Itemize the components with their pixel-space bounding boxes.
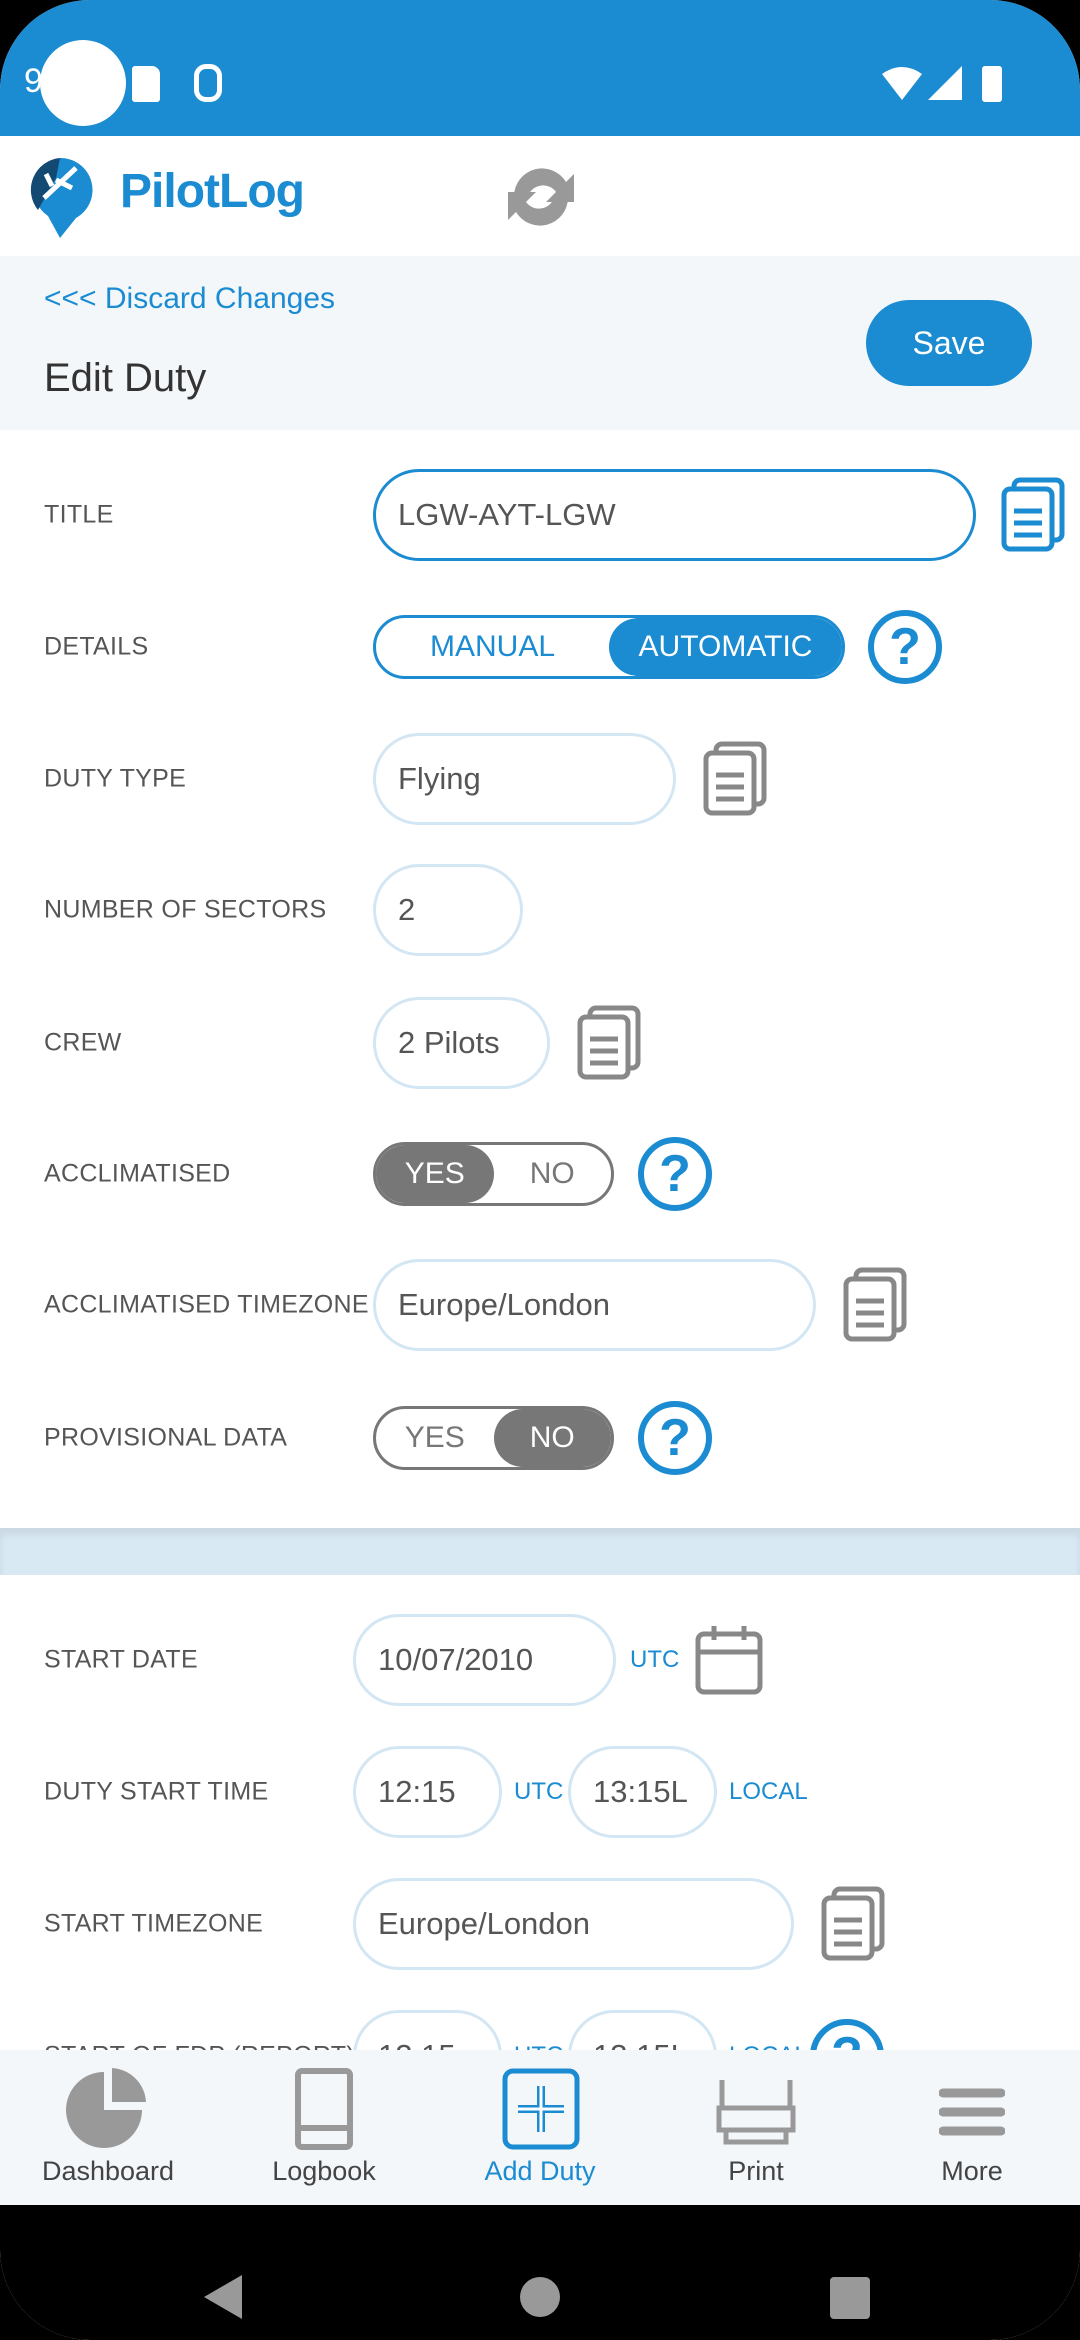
printer-icon [716, 2080, 796, 2145]
acclimatised-toggle: YES NO [373, 1142, 614, 1206]
back-icon[interactable] [204, 2275, 244, 2319]
start-timezone-label: START TIMEZONE [44, 1909, 264, 1938]
acclimatised-label: ACCLIMATISED [44, 1159, 231, 1188]
sync-icon[interactable] [502, 160, 580, 234]
nav-add-duty[interactable]: Add Duty [432, 2050, 648, 2205]
book-icon [295, 2068, 353, 2150]
nav-label: Print [728, 2156, 784, 2186]
wifi-icon [882, 67, 922, 100]
title-label: TITLE [44, 500, 114, 529]
app-header: PilotLog [0, 136, 1080, 256]
signal-icon [928, 66, 962, 100]
crew-label: CREW [44, 1028, 122, 1057]
calendar-icon[interactable] [694, 1624, 764, 1696]
copy-icon[interactable] [842, 1267, 908, 1343]
acclimatised-no-option[interactable]: NO [494, 1145, 612, 1203]
nav-more[interactable]: More [864, 2050, 1080, 2205]
acclimatised-timezone-label: ACCLIMATISED TIMEZONE [44, 1290, 369, 1319]
nav-label: Add Duty [484, 2156, 596, 2186]
nav-logbook[interactable]: Logbook [216, 2050, 432, 2205]
nav-dashboard[interactable]: Dashboard [0, 2050, 216, 2205]
details-label: DETAILS [44, 632, 149, 661]
copy-icon[interactable] [576, 1005, 642, 1081]
utc-tag: UTC [514, 1778, 564, 1805]
copy-icon[interactable] [1000, 477, 1066, 553]
save-button[interactable]: Save [866, 300, 1032, 386]
start-timezone-input[interactable]: Europe/London [353, 1878, 794, 1970]
nav-print[interactable]: Print [648, 2050, 864, 2205]
system-nav-bar [0, 2205, 1080, 2340]
home-icon[interactable] [520, 2277, 560, 2317]
nav-label: Dashboard [41, 2156, 175, 2186]
duty-start-local-input[interactable]: 13:15L [568, 1746, 717, 1838]
help-icon[interactable]: ? [638, 1137, 712, 1211]
duty-type-input[interactable]: Flying [373, 733, 676, 825]
sectors-label: NUMBER OF SECTORS [44, 895, 327, 924]
status-bar: 9 [0, 0, 1080, 136]
section-divider [0, 1528, 1080, 1575]
duty-type-label: DUTY TYPE [44, 764, 187, 793]
provisional-label: PROVISIONAL DATA [44, 1423, 288, 1452]
nav-label: More [941, 2156, 1003, 2186]
screen: 9 PilotLog <<< Discard Changes Edit Duty… [0, 0, 1080, 2340]
menu-icon [939, 2088, 1005, 2136]
duty-details-card [0, 430, 1080, 1528]
sectors-input[interactable]: 2 [373, 864, 523, 956]
pilotlog-logo-icon [30, 158, 93, 238]
start-date-label: START DATE [44, 1645, 198, 1674]
help-icon[interactable]: ? [868, 610, 942, 684]
provisional-toggle: YES NO [373, 1406, 614, 1470]
crew-input[interactable]: 2 Pilots [373, 997, 550, 1089]
sd-card-icon [132, 66, 160, 102]
start-date-input[interactable]: 10/07/2010 [353, 1614, 616, 1706]
discard-changes-link[interactable]: <<< Discard Changes [44, 282, 335, 316]
provisional-yes-option[interactable]: YES [376, 1409, 494, 1467]
app-name: PilotLog [120, 165, 305, 218]
acclimatised-yes-option[interactable]: YES [376, 1145, 494, 1203]
details-manual-option[interactable]: MANUAL [376, 618, 609, 676]
utc-tag: UTC [630, 1646, 680, 1673]
acclimatised-timezone-input[interactable]: Europe/London [373, 1259, 816, 1351]
local-tag: LOCAL [729, 1778, 808, 1805]
battery-icon [982, 66, 1002, 102]
duty-start-utc-input[interactable]: 12:15 [353, 1746, 502, 1838]
duty-start-label: DUTY START TIME [44, 1777, 269, 1806]
page-title: Edit Duty [44, 356, 207, 400]
help-icon[interactable]: ? [638, 1401, 712, 1475]
page-subheader: <<< Discard Changes Edit Duty Save [0, 256, 1080, 430]
details-segmented-control: MANUAL AUTOMATIC [373, 615, 845, 679]
copy-icon[interactable] [702, 741, 768, 817]
pie-chart-icon [66, 2068, 146, 2148]
add-icon [502, 2068, 580, 2150]
copy-icon[interactable] [820, 1886, 886, 1962]
nav-label: Logbook [272, 2156, 376, 2186]
recents-icon[interactable] [830, 2277, 870, 2319]
details-automatic-option[interactable]: AUTOMATIC [609, 618, 842, 676]
title-input[interactable]: LGW-AYT-LGW [373, 469, 976, 561]
provisional-no-option[interactable]: NO [493, 1409, 611, 1467]
sync-status-icon [194, 64, 222, 102]
bottom-nav: Dashboard Logbook Add Duty Print More [0, 2050, 1080, 2205]
camera-cutout [40, 40, 126, 126]
